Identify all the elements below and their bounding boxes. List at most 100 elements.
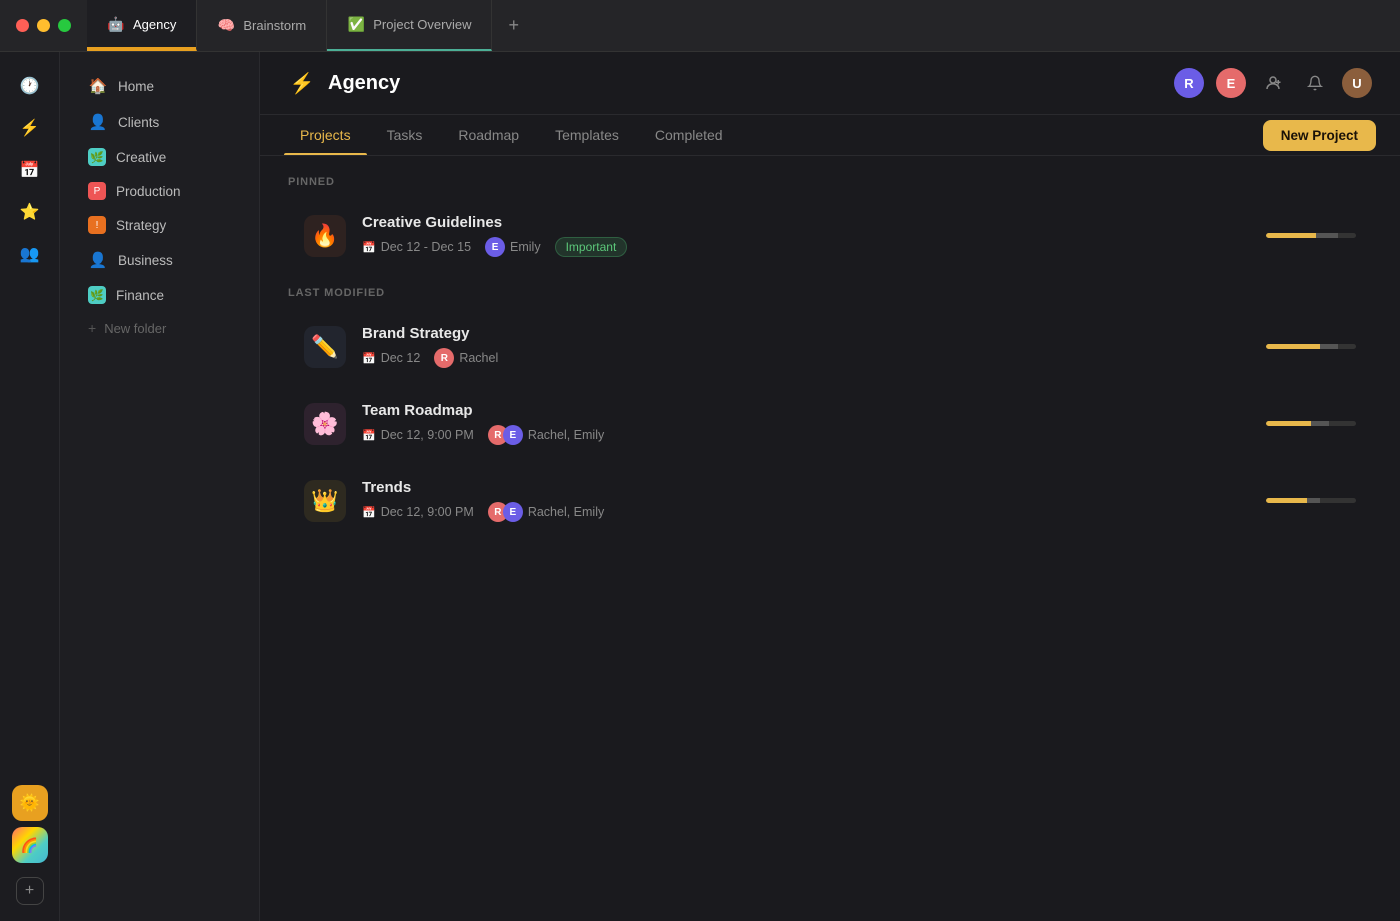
maximize-button[interactable]	[58, 19, 71, 32]
new-folder-label: New folder	[104, 321, 166, 336]
creative-icon: 🌿	[88, 148, 106, 166]
sidebar-label-business: Business	[118, 253, 173, 268]
rail-icon-star[interactable]: ⭐	[12, 194, 48, 230]
sidebar-label-creative: Creative	[116, 150, 166, 165]
progress-bar	[1266, 233, 1356, 238]
tab-agency-icon: 🤖	[107, 16, 125, 34]
assignee-avatar-rachel: R	[434, 348, 454, 368]
sidebar-item-business[interactable]: 👤 Business	[68, 242, 251, 278]
window-controls	[0, 19, 87, 32]
progress-fill-yellow-team-roadmap	[1266, 421, 1311, 426]
project-name-creative-guidelines: Creative Guidelines	[362, 214, 1356, 231]
progress-bar-team-roadmap	[1266, 421, 1356, 426]
sidebar-label-home: Home	[118, 79, 154, 94]
tab-brainstorm-label: Brainstorm	[243, 18, 306, 33]
tab-brainstorm-icon: 🧠	[217, 17, 235, 35]
project-thumb-brand-strategy: ✏️	[304, 326, 346, 368]
tab-templates[interactable]: Templates	[539, 115, 635, 155]
calendar-icon: 📅	[362, 241, 376, 254]
new-project-button[interactable]: New Project	[1263, 120, 1376, 151]
new-folder-plus-icon: +	[88, 320, 96, 336]
project-progress-trends	[1266, 498, 1356, 503]
project-name-brand-strategy: Brand Strategy	[362, 325, 1356, 342]
sidebar-item-strategy[interactable]: ! Strategy	[68, 208, 251, 242]
avatar-group-team-roadmap: R E	[488, 425, 523, 445]
rail-icon-rainbow[interactable]: 🌈	[12, 827, 48, 863]
important-tag: Important	[555, 237, 628, 257]
progress-fill-gray	[1316, 233, 1339, 238]
invite-team-button[interactable]	[1258, 68, 1288, 98]
sidebar-item-home[interactable]: 🏠 Home	[68, 68, 251, 104]
tab-agency-label: Agency	[133, 17, 176, 32]
project-creative-guidelines[interactable]: 🔥 Creative Guidelines 📅 Dec 12 - Dec 15 …	[288, 200, 1372, 271]
titlebar: 🤖 Agency 🧠 Brainstorm ✅ Project Overview…	[0, 0, 1400, 52]
sidebar-item-creative[interactable]: 🌿 Creative	[68, 140, 251, 174]
header-user-avatar[interactable]: U	[1342, 68, 1372, 98]
tab-brainstorm[interactable]: 🧠 Brainstorm	[197, 0, 327, 51]
project-info-trends: Trends 📅 Dec 12, 9:00 PM R E Rachel, Emi…	[362, 479, 1356, 522]
header-avatar-rachel[interactable]: R	[1174, 68, 1204, 98]
tab-projects[interactable]: Projects	[284, 115, 367, 155]
sidebar-label-strategy: Strategy	[116, 218, 166, 233]
sidebar-item-clients[interactable]: 👤 Clients	[68, 104, 251, 140]
main-content: ⚡ Agency R E U	[260, 52, 1400, 921]
tab-project-overview[interactable]: ✅ Project Overview	[327, 0, 492, 51]
progress-fill-yellow	[1266, 233, 1316, 238]
tab-tasks[interactable]: Tasks	[371, 115, 439, 155]
tab-roadmap[interactable]: Roadmap	[442, 115, 535, 155]
project-progress-team-roadmap	[1266, 421, 1356, 426]
rail-icon-active-app[interactable]: 🌞	[12, 785, 48, 821]
last-modified-section-label: LAST MODIFIED	[288, 287, 1372, 299]
avatar-group-trends: R E	[488, 502, 523, 522]
content-tab-bar: Projects Tasks Roadmap Templates Complet…	[260, 115, 1400, 156]
progress-fill-gray-brand	[1320, 344, 1338, 349]
project-info-brand-strategy: Brand Strategy 📅 Dec 12 R Rachel	[362, 325, 1356, 368]
rail-add-button[interactable]: +	[16, 877, 44, 905]
date-meta: 📅 Dec 12 - Dec 15	[362, 240, 471, 254]
progress-fill-gray-team-roadmap	[1311, 421, 1329, 426]
business-icon: 👤	[88, 250, 108, 270]
header-actions: R E U	[1174, 68, 1372, 98]
project-trends[interactable]: 👑 Trends 📅 Dec 12, 9:00 PM R E	[288, 465, 1372, 536]
project-brand-strategy[interactable]: ✏️ Brand Strategy 📅 Dec 12 R Rachel	[288, 311, 1372, 382]
project-meta-brand-strategy: 📅 Dec 12 R Rachel	[362, 348, 1356, 368]
progress-fill-yellow-trends	[1266, 498, 1307, 503]
rail-icon-activity[interactable]: ⚡	[12, 110, 48, 146]
pinned-section-label: PINNED	[288, 176, 1372, 188]
assignee-meta: E Emily	[485, 237, 541, 257]
tab-bar: 🤖 Agency 🧠 Brainstorm ✅ Project Overview…	[87, 0, 1400, 51]
tab-agency[interactable]: 🤖 Agency	[87, 0, 197, 51]
progress-bar-trends	[1266, 498, 1356, 503]
project-thumb-team-roadmap: 🌸	[304, 403, 346, 445]
minimize-button[interactable]	[37, 19, 50, 32]
date-meta-trends: 📅 Dec 12, 9:00 PM	[362, 505, 474, 519]
project-thumb-trends: 👑	[304, 480, 346, 522]
tab-completed[interactable]: Completed	[639, 115, 739, 155]
progress-fill-gray-trends	[1307, 498, 1321, 503]
project-progress-brand-strategy	[1266, 344, 1356, 349]
progress-bar-brand	[1266, 344, 1356, 349]
project-info-creative-guidelines: Creative Guidelines 📅 Dec 12 - Dec 15 E …	[362, 214, 1356, 257]
new-folder-button[interactable]: + New folder	[68, 312, 251, 344]
header-avatar-emily[interactable]: E	[1216, 68, 1246, 98]
sidebar-item-production[interactable]: P Production	[68, 174, 251, 208]
project-meta-creative-guidelines: 📅 Dec 12 - Dec 15 E Emily Important	[362, 237, 1356, 257]
project-team-roadmap[interactable]: 🌸 Team Roadmap 📅 Dec 12, 9:00 PM R E	[288, 388, 1372, 459]
project-thumb-creative-guidelines: 🔥	[304, 215, 346, 257]
rail-icon-calendar[interactable]: 📅	[12, 152, 48, 188]
assignees-meta-brand-strategy: R Rachel	[434, 348, 498, 368]
rail-icon-clock[interactable]: 🕐	[12, 68, 48, 104]
calendar-icon-team-roadmap: 📅	[362, 429, 376, 442]
calendar-icon-trends: 📅	[362, 506, 376, 519]
add-tab-button[interactable]: +	[492, 0, 535, 51]
close-button[interactable]	[16, 19, 29, 32]
assignee-emily-trends: E	[503, 502, 523, 522]
sidebar-item-finance[interactable]: 🌿 Finance	[68, 278, 251, 312]
sidebar-label-finance: Finance	[116, 288, 164, 303]
rail-icon-team[interactable]: 👥	[12, 236, 48, 272]
page-title: Agency	[328, 72, 400, 95]
notifications-button[interactable]	[1300, 68, 1330, 98]
content-header: ⚡ Agency R E U	[260, 52, 1400, 115]
page-title-area: ⚡ Agency	[288, 69, 400, 97]
project-progress-creative-guidelines	[1266, 233, 1356, 238]
